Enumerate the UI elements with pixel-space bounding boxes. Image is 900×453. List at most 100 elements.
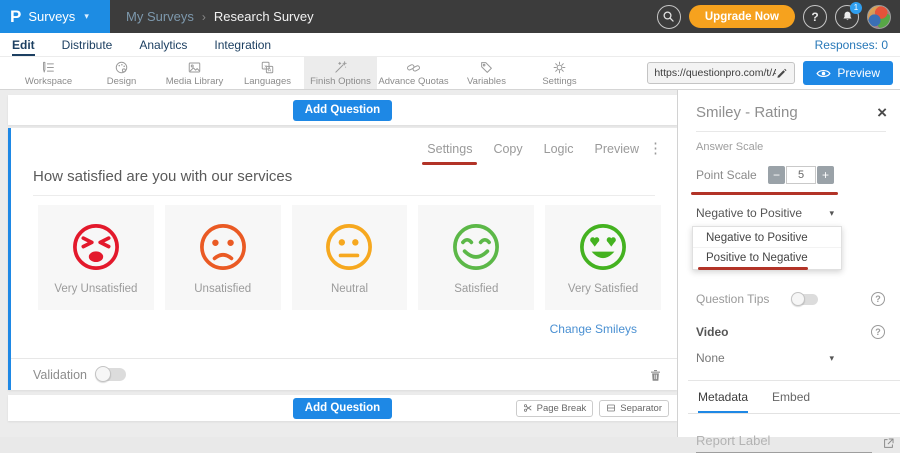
smiley-option-satisfied[interactable]: Satisfied bbox=[418, 205, 534, 310]
edit-toolbar: Workspace Design Media Library AxLanguages F… bbox=[0, 57, 900, 90]
video-label: Video bbox=[696, 325, 728, 339]
question-card: Settings Copy Logic Preview ⋮ How satisfied… bbox=[8, 128, 677, 390]
toolbar-item-finish-options[interactable]: Finish Options bbox=[304, 57, 377, 89]
increase-button[interactable]: + bbox=[817, 166, 834, 184]
toolbar-item-label: Finish Options bbox=[310, 76, 371, 87]
toolbar-item-label: Advance Quotas bbox=[378, 76, 448, 87]
video-help-icon[interactable]: ? bbox=[871, 325, 885, 339]
question-tab-copy[interactable]: Copy bbox=[493, 142, 522, 156]
scale-direction-value: Negative to Positive bbox=[696, 206, 802, 220]
expand-report-label-button[interactable] bbox=[882, 437, 895, 453]
add-question-button-bottom[interactable]: Add Question bbox=[293, 398, 392, 419]
product-switcher[interactable]: P Surveys ▾ bbox=[0, 0, 110, 33]
video-select-value: None bbox=[696, 351, 725, 365]
upgrade-now-button[interactable]: Upgrade Now bbox=[689, 5, 795, 28]
toolbar-item-label: Media Library bbox=[166, 76, 224, 87]
toolbar-item-workspace[interactable]: Workspace bbox=[12, 57, 85, 89]
notifications-button[interactable]: 1 bbox=[835, 5, 859, 29]
question-mark-icon: ? bbox=[811, 10, 818, 24]
change-smileys-link[interactable]: Change Smileys bbox=[550, 322, 637, 336]
question-title[interactable]: How satisfied are you with our services bbox=[33, 168, 655, 196]
question-tab-settings[interactable]: Settings bbox=[427, 142, 472, 156]
smiley-option-unsatisfied[interactable]: Unsatisfied bbox=[165, 205, 281, 310]
responses-count[interactable]: Responses: 0 bbox=[815, 38, 888, 52]
delete-question-button[interactable] bbox=[648, 367, 663, 383]
video-select[interactable]: None ▾ bbox=[696, 351, 900, 365]
preview-button[interactable]: Preview bbox=[803, 61, 893, 85]
external-link-icon bbox=[882, 437, 895, 450]
topbar: P Surveys ▾ My Surveys › Research Survey… bbox=[0, 0, 900, 33]
question-more-menu[interactable]: ⋮ bbox=[648, 139, 663, 157]
nav-tab-integration[interactable]: Integration bbox=[214, 33, 271, 56]
scale-direction-option-negative-to-positive[interactable]: Negative to Positive bbox=[693, 228, 841, 248]
divider bbox=[696, 131, 886, 132]
add-question-strip-bottom: Add Question Page Break Separator bbox=[8, 395, 677, 421]
smiley-option-very-satisfied[interactable]: Very Satisfied bbox=[545, 205, 661, 310]
question-tab-logic[interactable]: Logic bbox=[544, 142, 574, 156]
toolbar-item-design[interactable]: Design bbox=[85, 57, 158, 89]
search-button[interactable] bbox=[657, 5, 681, 29]
nav-tab-edit[interactable]: Edit bbox=[12, 33, 35, 56]
breadcrumb-current-survey: Research Survey bbox=[214, 9, 314, 24]
report-label-row bbox=[696, 431, 900, 453]
nav-tab-analytics[interactable]: Analytics bbox=[139, 33, 187, 56]
point-scale-row: Point Scale − + bbox=[696, 166, 900, 184]
add-question-strip-top: Add Question bbox=[8, 95, 677, 125]
scale-direction-option-positive-to-negative[interactable]: Positive to Negative bbox=[693, 248, 841, 268]
toolbar-item-variables[interactable]: Variables bbox=[450, 57, 523, 89]
add-question-button-top[interactable]: Add Question bbox=[293, 100, 392, 121]
product-switcher-label: Surveys bbox=[28, 9, 75, 24]
toolbar-item-label: Variables bbox=[467, 76, 506, 87]
question-tab-preview[interactable]: Preview bbox=[595, 142, 639, 156]
smiley-option-very-unsatisfied[interactable]: Very Unsatisfied bbox=[38, 205, 154, 310]
separator-button[interactable]: Separator bbox=[599, 400, 669, 417]
question-tips-help-icon[interactable]: ? bbox=[871, 292, 885, 306]
help-button[interactable]: ? bbox=[803, 5, 827, 29]
caret-down-icon: ▾ bbox=[829, 208, 834, 219]
toolbar-item-advance-quotas[interactable]: Advance Quotas bbox=[377, 57, 450, 89]
page-break-button[interactable]: Page Break bbox=[516, 400, 594, 417]
validation-toggle[interactable] bbox=[96, 368, 126, 381]
languages-icon: Ax bbox=[260, 60, 275, 75]
toolbar-item-label: Design bbox=[107, 76, 137, 87]
toolbar-item-settings[interactable]: Settings bbox=[523, 57, 596, 89]
toolbar-item-label: Languages bbox=[244, 76, 291, 87]
panel-tab-metadata[interactable]: Metadata bbox=[698, 390, 748, 413]
report-label-input[interactable] bbox=[696, 431, 872, 453]
smiley-label: Satisfied bbox=[454, 283, 498, 295]
toolbar-items: Workspace Design Media Library AxLanguages F… bbox=[12, 57, 596, 89]
breadcrumb-my-surveys[interactable]: My Surveys bbox=[126, 9, 194, 24]
survey-url-field[interactable]: https://questionpro.com/t/A bbox=[647, 62, 795, 84]
trash-icon bbox=[648, 367, 663, 383]
survey-nav: Edit Distribute Analytics Integration Respo… bbox=[0, 33, 900, 57]
notification-badge: 1 bbox=[850, 2, 862, 14]
toolbar-right: https://questionpro.com/t/A Preview bbox=[647, 57, 900, 89]
toolbar-item-label: Settings bbox=[542, 76, 576, 87]
toolbar-item-media-library[interactable]: Media Library bbox=[158, 57, 231, 89]
smiley-label: Very Unsatisfied bbox=[54, 283, 137, 295]
smiley-label: Neutral bbox=[331, 283, 368, 295]
smiley-love-icon bbox=[576, 220, 630, 274]
avatar[interactable] bbox=[867, 5, 891, 29]
point-scale-value[interactable] bbox=[786, 166, 816, 184]
breadcrumb: My Surveys › Research Survey bbox=[126, 9, 314, 24]
scale-direction-select[interactable]: Negative to Positive ▾ bbox=[696, 206, 900, 220]
panel-tab-embed[interactable]: Embed bbox=[772, 390, 810, 413]
nav-tab-distribute[interactable]: Distribute bbox=[62, 33, 113, 56]
separator-icon bbox=[606, 403, 616, 413]
toggle-knob bbox=[95, 366, 111, 382]
question-tips-row: Question Tips ? bbox=[696, 292, 900, 306]
svg-text:A: A bbox=[268, 67, 272, 73]
smiley-option-neutral[interactable]: Neutral bbox=[292, 205, 408, 310]
workspace-icon bbox=[41, 60, 56, 75]
toolbar-item-languages[interactable]: AxLanguages bbox=[231, 57, 304, 89]
smiley-happy-icon bbox=[449, 220, 503, 274]
question-tips-toggle[interactable] bbox=[792, 294, 818, 305]
close-panel-button[interactable]: × bbox=[877, 104, 887, 121]
decrease-button[interactable]: − bbox=[768, 166, 785, 184]
smiley-neutral-icon bbox=[322, 220, 376, 274]
toolbar-item-label: Workspace bbox=[25, 76, 72, 87]
smiley-label: Very Satisfied bbox=[568, 283, 638, 295]
strip-right-buttons: Page Break Separator bbox=[516, 400, 669, 417]
annotation-redline-point-scale bbox=[691, 192, 838, 195]
